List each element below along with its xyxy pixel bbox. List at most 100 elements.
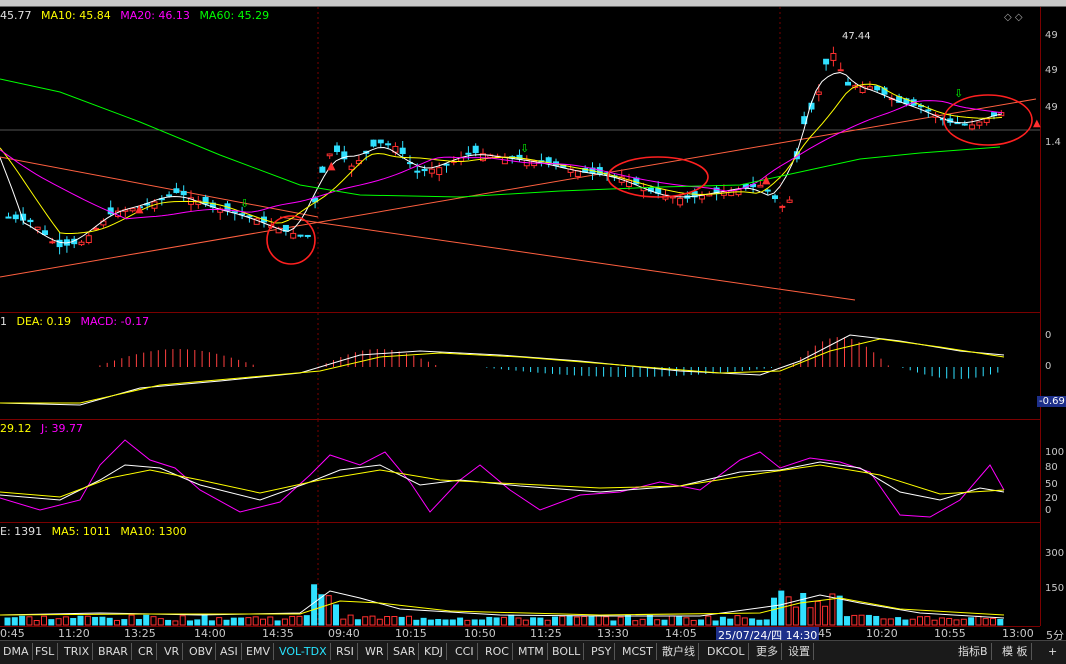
volume-bar xyxy=(749,618,756,626)
candle-body xyxy=(78,241,85,246)
kdj-chart xyxy=(0,420,1005,522)
volume-bar xyxy=(851,614,858,626)
time-label: 14:00 xyxy=(194,627,226,640)
volume-bar xyxy=(938,617,945,626)
volume-bar xyxy=(807,607,814,626)
candle-body xyxy=(976,121,983,126)
tab-wr[interactable]: WR xyxy=(362,643,388,660)
volume-bar xyxy=(274,620,281,626)
time-label: 14:05 xyxy=(665,627,697,640)
volume-bar xyxy=(19,615,26,626)
tab-obv[interactable]: OBV xyxy=(186,643,217,660)
candle-body xyxy=(969,124,976,130)
dea-line xyxy=(0,338,1005,404)
indicator-tab-bar: DMA FSL TRIX BRAR CR VR OBV ASI EMV VOL-… xyxy=(0,640,1066,664)
candle-body xyxy=(399,147,406,155)
price-axis[interactable] xyxy=(1040,7,1066,626)
volume-bar xyxy=(41,615,47,626)
kdj-legend: 29.12 J: 39.77 xyxy=(0,422,89,435)
volume-bar xyxy=(573,616,580,626)
volume-bar xyxy=(333,604,339,626)
tab-sar[interactable]: SAR xyxy=(390,643,420,660)
tab-settings[interactable]: 设置 xyxy=(785,643,814,660)
tab-boll[interactable]: BOLL xyxy=(549,643,585,660)
close-value: 45.77 xyxy=(0,9,32,22)
volume-bar xyxy=(354,619,361,626)
tab-roc[interactable]: ROC xyxy=(482,643,513,660)
candle-body xyxy=(166,194,173,197)
kline-chart: ▲ ▲ ▲ ⇩ ⇩ ⇩ xyxy=(0,7,1040,312)
tab-fsl[interactable]: FSL xyxy=(32,643,59,660)
volume-bar xyxy=(150,616,157,626)
macd-panel[interactable]: 1 DEA: 0.19 MACD: -0.17 xyxy=(0,313,1040,420)
tab-rsi[interactable]: RSI xyxy=(333,643,358,660)
tab-indicator-b[interactable]: 指标B xyxy=(955,643,992,660)
ma10-line xyxy=(0,83,1003,235)
volume-legend: E: 1391 MA5: 1011 MA10: 1300 xyxy=(0,525,193,538)
time-label: 11:25 xyxy=(530,627,562,640)
ma20-value: MA20: 46.13 xyxy=(120,9,190,22)
volume-bar xyxy=(909,618,916,626)
volume-bar xyxy=(457,617,464,626)
volume-bar xyxy=(800,592,807,626)
tab-vol-tdx[interactable]: VOL-TDX xyxy=(276,643,331,660)
volume-bar xyxy=(157,618,164,626)
volume-bar xyxy=(785,596,792,626)
time-label: 10:50 xyxy=(464,627,496,640)
volume-bar xyxy=(741,617,748,626)
tab-mcst[interactable]: MCST xyxy=(619,643,657,660)
tab-brar[interactable]: BRAR xyxy=(95,643,132,660)
tab-emv[interactable]: EMV xyxy=(243,643,274,660)
kdj-panel[interactable]: 29.12 J: 39.77 xyxy=(0,420,1040,523)
tab-asi[interactable]: ASI xyxy=(217,643,242,660)
tab-kdj[interactable]: KDJ xyxy=(421,643,447,660)
tab-cr[interactable]: CR xyxy=(135,643,158,660)
volume-bar xyxy=(902,619,909,626)
time-label: 13:30 xyxy=(597,627,629,640)
time-label: 0:45 xyxy=(0,627,25,640)
tab-cci[interactable]: CCI xyxy=(452,643,478,660)
volume-panel[interactable]: E: 1391 MA5: 1011 MA10: 1300 xyxy=(0,523,1040,627)
volume-bar xyxy=(661,619,668,626)
vol-ma10-value: MA10: 1300 xyxy=(120,525,187,538)
tab-more[interactable]: 更多 xyxy=(753,643,782,660)
time-label: 10:20 xyxy=(866,627,898,640)
tab-sanhuxian[interactable]: 散户线 xyxy=(659,643,699,660)
volume-bar xyxy=(858,614,865,626)
volume-bar xyxy=(369,615,376,626)
volume-bar xyxy=(880,618,887,626)
candle-body xyxy=(465,152,472,155)
kline-panel[interactable]: ▲ ▲ ▲ ⇩ ⇩ ⇩ 45.77 MA10: 45.84 MA20: 46.13 MA6… xyxy=(0,7,1040,313)
time-label: 14:35 xyxy=(262,627,294,640)
volume-bar xyxy=(347,614,354,626)
candle-body xyxy=(27,219,34,223)
tab-vr[interactable]: VR xyxy=(161,643,184,660)
volume-chart xyxy=(0,523,1005,626)
axis-label: 0 xyxy=(1045,505,1052,516)
tab-template[interactable]: 模 板 xyxy=(999,643,1032,660)
volume-bar xyxy=(26,616,33,626)
tab-mtm[interactable]: MTM xyxy=(515,643,548,660)
axis-label: 150 xyxy=(1045,583,1065,594)
candle-body xyxy=(34,226,41,230)
candle-body xyxy=(42,230,48,235)
candle-body xyxy=(815,91,822,95)
tab-trix[interactable]: TRIX xyxy=(61,643,94,660)
volume-bar xyxy=(946,617,953,626)
volume-bar xyxy=(172,620,179,626)
tab-dma[interactable]: DMA xyxy=(0,643,33,660)
add-tab-button[interactable]: + xyxy=(1045,643,1060,660)
volume-bar xyxy=(391,616,398,626)
volume-bar xyxy=(376,618,383,626)
volume-bar xyxy=(143,614,150,626)
volume-bar xyxy=(887,618,894,626)
tab-psy[interactable]: PSY xyxy=(588,643,616,660)
volume-bar xyxy=(595,615,602,626)
axis-label: 300 xyxy=(1045,548,1065,559)
diamond-icon[interactable]: ◇ ◇ xyxy=(1004,12,1023,23)
volume-bar xyxy=(822,605,829,626)
axis-label: 20 xyxy=(1045,493,1058,504)
time-axis[interactable]: 0:45 11:20 13:25 14:00 14:35 09:40 10:15… xyxy=(0,626,1040,643)
volume-bar xyxy=(179,615,186,626)
tab-dkcol[interactable]: DKCOL xyxy=(704,643,749,660)
